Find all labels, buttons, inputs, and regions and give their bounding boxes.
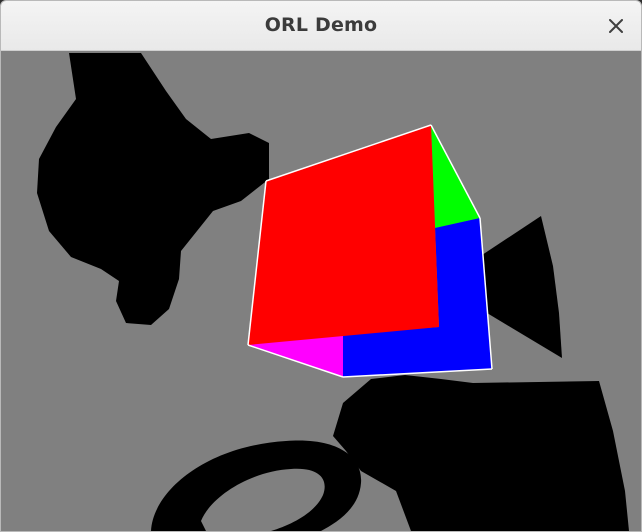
render-viewport[interactable]: [1, 51, 641, 531]
close-button[interactable]: [601, 11, 631, 41]
title-bar[interactable]: ORL Demo: [1, 1, 641, 51]
window-title: ORL Demo: [264, 14, 378, 36]
scene-canvas: [1, 51, 641, 531]
close-icon: [609, 19, 623, 33]
app-window: ORL Demo: [0, 0, 642, 532]
